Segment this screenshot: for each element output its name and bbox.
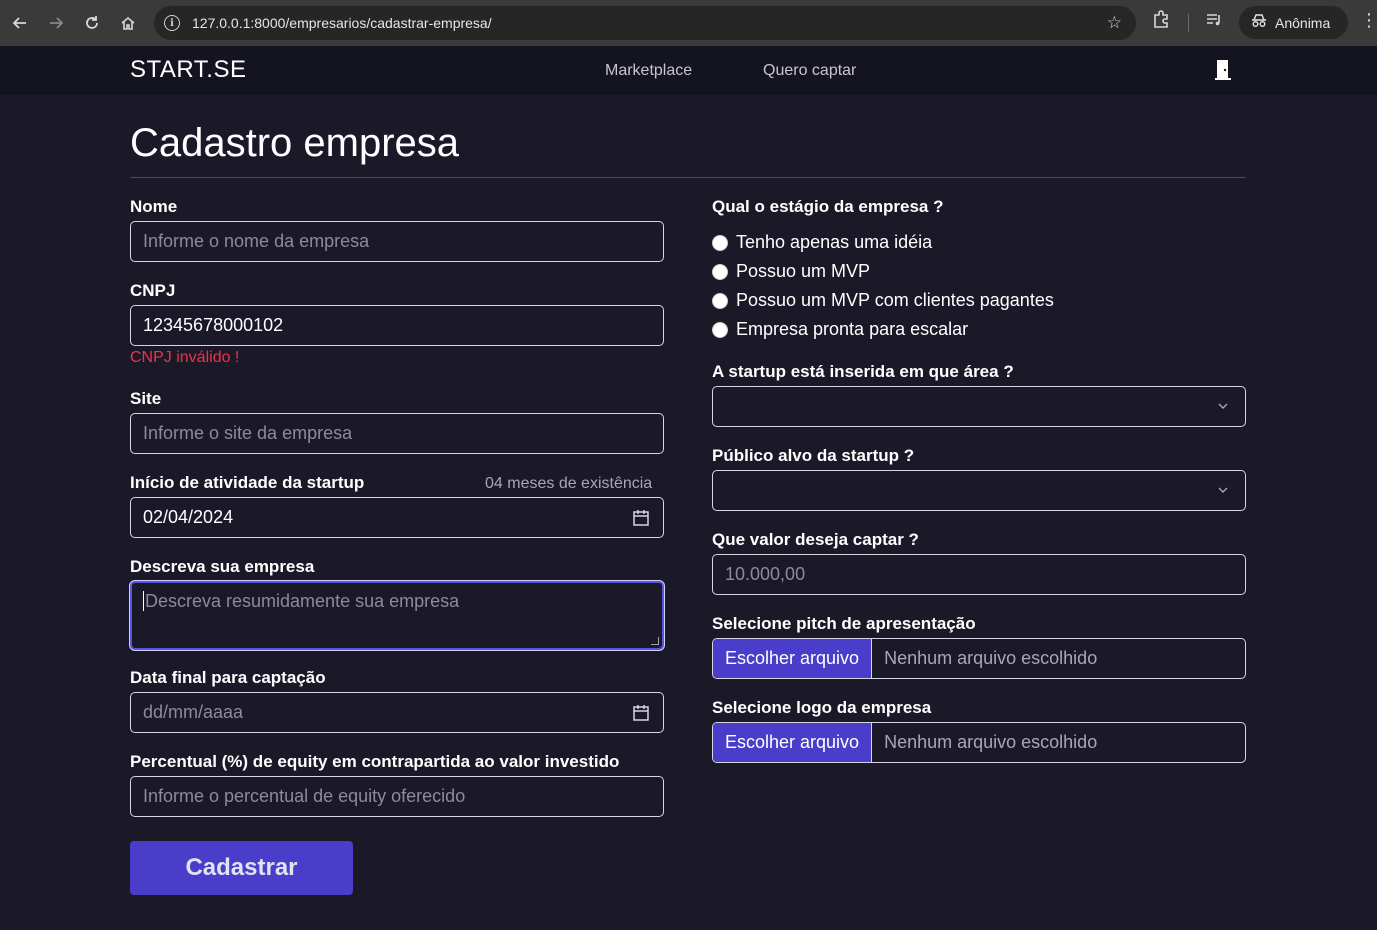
logo-label: Selecione logo da empresa [712, 698, 932, 717]
data-final-date-input[interactable]: dd/mm/aaaa [130, 692, 664, 733]
radio-button[interactable] [712, 263, 728, 280]
cnpj-label: CNPJ [130, 281, 176, 300]
cadastrar-button[interactable]: Cadastrar [130, 841, 353, 895]
address-bar[interactable]: i 127.0.0.1:8000/empresarios/cadastrar-e… [154, 6, 1136, 40]
site-label: Site [130, 389, 162, 408]
nome-label: Nome [130, 197, 178, 216]
site-input[interactable]: Informe o site da empresa [130, 413, 664, 454]
inicio-date-input[interactable]: 02/04/2024 [130, 497, 664, 538]
publico-label: Público alvo da startup ? [712, 446, 915, 465]
pitch-file-name: Nenhum arquivo escolhido [884, 648, 1098, 668]
data-final-label: Data final para captação [130, 668, 326, 687]
area-label: A startup está inserida em que área ? [712, 362, 1014, 381]
equity-label: Percentual (%) de equity em contrapartid… [130, 752, 620, 771]
calendar-icon[interactable] [633, 704, 649, 721]
nome-input[interactable]: Informe o nome da empresa [130, 221, 664, 262]
publico-select[interactable] [712, 470, 1246, 511]
estagio-option-escalar[interactable]: Empresa pronta para escalar [712, 319, 968, 340]
descricao-textarea[interactable]: Descreva resumidamente sua empresa [130, 581, 664, 650]
forward-icon[interactable] [41, 8, 71, 38]
menu-icon[interactable]: ⋮ [1360, 10, 1377, 31]
equity-input[interactable]: Informe o percentual de equity oferecido [130, 776, 664, 817]
descricao-placeholder: Descreva resumidamente sua empresa [145, 591, 460, 611]
toolbar-divider [1188, 14, 1189, 32]
chevron-down-icon [1218, 487, 1228, 493]
chevron-down-icon [1218, 403, 1228, 409]
site-info-icon[interactable]: i [164, 15, 180, 31]
radio-button[interactable] [712, 292, 728, 309]
radio-label: Possuo um MVP com clientes pagantes [736, 290, 1054, 310]
pitch-label: Selecione pitch de apresentação [712, 614, 976, 633]
text-caret [143, 591, 144, 611]
valor-input[interactable]: 10.000,00 [712, 554, 1246, 595]
star-icon[interactable]: ☆ [1107, 13, 1122, 33]
inicio-label: Início de atividade da startup [130, 473, 365, 492]
inicio-date-value: 02/04/2024 [143, 507, 234, 527]
estagio-label: Qual o estágio da empresa ? [712, 197, 944, 216]
brand-logo[interactable]: START.SE [130, 56, 246, 84]
pitch-choose-file-button[interactable]: Escolher arquivo [713, 639, 873, 678]
reload-icon[interactable] [77, 8, 107, 38]
valor-label: Que valor deseja captar ? [712, 530, 919, 549]
estagio-option-mvp[interactable]: Possuo um MVP [712, 261, 870, 282]
radio-button[interactable] [712, 321, 728, 338]
incognito-icon [1251, 14, 1267, 31]
radio-label: Possuo um MVP [736, 261, 871, 281]
nav-link-quero-captar[interactable]: Quero captar [763, 62, 856, 80]
logo-choose-file-button[interactable]: Escolher arquivo [713, 723, 873, 762]
incognito-badge[interactable]: Anônima [1239, 6, 1348, 39]
area-select[interactable] [712, 386, 1246, 427]
pitch-file-input[interactable]: Escolher arquivo Nenhum arquivo escolhid… [712, 638, 1246, 679]
radio-label: Tenho apenas uma idéia [736, 232, 933, 252]
url-text[interactable]: 127.0.0.1:8000/empresarios/cadastrar-emp… [192, 15, 492, 31]
site-navbar: START.SE Marketplace Quero captar [0, 46, 1377, 95]
back-icon[interactable] [5, 8, 35, 38]
descricao-label: Descreva sua empresa [130, 557, 315, 576]
estagio-option-mvp-clientes[interactable]: Possuo um MVP com clientes pagantes [712, 290, 1054, 311]
nav-link-marketplace[interactable]: Marketplace [605, 62, 692, 80]
cnpj-error-message: CNPJ inválido ! [130, 349, 240, 366]
media-icon[interactable] [1203, 8, 1225, 34]
title-divider [130, 177, 1246, 178]
estagio-option-ideia[interactable]: Tenho apenas uma idéia [712, 232, 932, 253]
profile-label: Anônima [1275, 14, 1331, 31]
extensions-icon[interactable] [1150, 8, 1172, 34]
logo-file-name: Nenhum arquivo escolhido [884, 732, 1098, 752]
calendar-icon[interactable] [633, 509, 649, 526]
resize-handle[interactable] [651, 637, 659, 645]
logo-file-input[interactable]: Escolher arquivo Nenhum arquivo escolhid… [712, 722, 1246, 763]
data-final-placeholder: dd/mm/aaaa [143, 702, 244, 722]
radio-button[interactable] [712, 234, 728, 251]
cnpj-input[interactable]: 12345678000102 [130, 305, 664, 346]
radio-label: Empresa pronta para escalar [736, 319, 969, 339]
browser-toolbar: i 127.0.0.1:8000/empresarios/cadastrar-e… [0, 0, 1377, 46]
logout-door-icon[interactable] [1214, 59, 1232, 81]
page-title: Cadastro empresa [130, 121, 460, 165]
home-icon[interactable] [113, 8, 143, 38]
existence-hint: 04 meses de existência [485, 475, 653, 492]
